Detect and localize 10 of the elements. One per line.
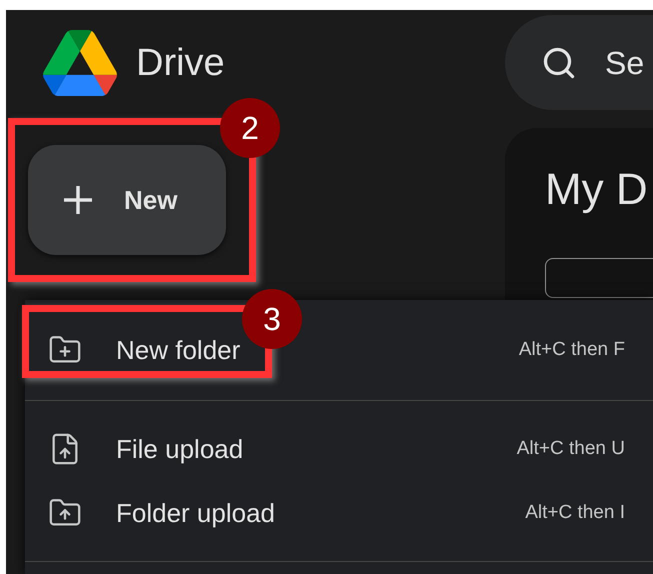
- search-placeholder: Se: [605, 44, 644, 82]
- page-heading: My D: [545, 168, 649, 212]
- menu-item-label: New folder: [116, 334, 240, 366]
- shortcut-text: Alt+C then I: [525, 500, 625, 525]
- shortcut-text: Alt+C then F: [518, 338, 625, 362]
- menu-item-label: File upload: [116, 432, 244, 466]
- step-badge-overlay: 2: [220, 98, 280, 158]
- shortcut-text: Alt+C then U: [516, 436, 625, 461]
- app-name: Drive: [136, 44, 225, 82]
- menu-item-label: Folder upload: [116, 496, 275, 530]
